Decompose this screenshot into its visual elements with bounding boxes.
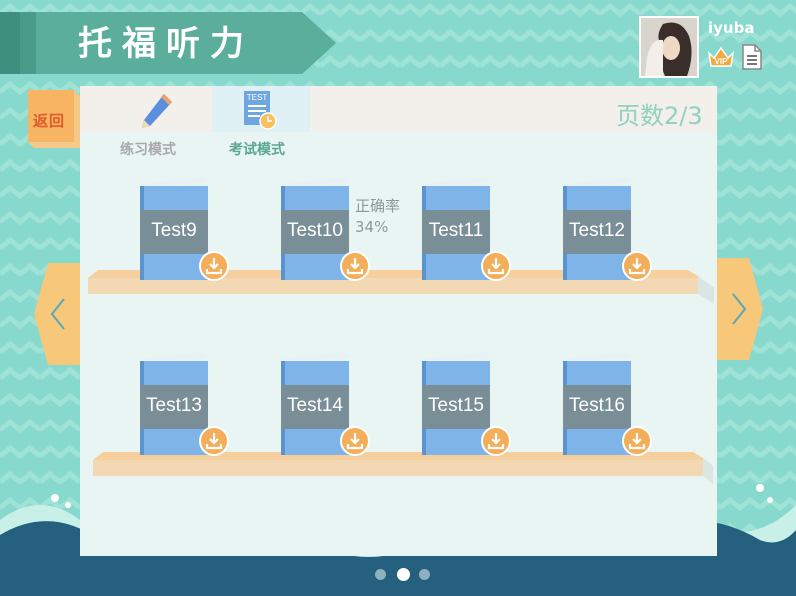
user-avatar[interactable] bbox=[639, 16, 699, 78]
next-page-button[interactable] bbox=[717, 258, 763, 360]
book-title: Test9 bbox=[151, 220, 197, 241]
previous-page-button[interactable] bbox=[34, 263, 80, 365]
download-icon[interactable] bbox=[481, 251, 511, 281]
download-icon[interactable] bbox=[481, 426, 511, 456]
test-paper-icon[interactable]: TEST bbox=[243, 90, 279, 132]
page-indicator: 页数2/3 bbox=[616, 102, 703, 130]
app-title: 托福听力 bbox=[78, 24, 254, 64]
download-icon[interactable] bbox=[340, 426, 370, 456]
book-title: Test12 bbox=[569, 220, 625, 241]
accuracy-value: 34% bbox=[355, 218, 389, 236]
book-title: Test11 bbox=[428, 220, 484, 241]
book-title: Test14 bbox=[287, 395, 343, 416]
download-icon[interactable] bbox=[199, 426, 229, 456]
username: iyuba bbox=[708, 19, 755, 37]
accuracy-label: 正确率 bbox=[355, 197, 401, 215]
vip-crown-icon[interactable]: VIP bbox=[706, 44, 736, 70]
pencil-icon[interactable] bbox=[138, 92, 176, 132]
document-icon[interactable] bbox=[741, 44, 763, 70]
accuracy-info: 正确率 34% bbox=[355, 196, 400, 238]
download-icon[interactable] bbox=[340, 251, 370, 281]
book-title: Test16 bbox=[569, 395, 625, 416]
svg-text:VIP: VIP bbox=[715, 57, 729, 66]
tab-exam-mode[interactable]: 考试模式 bbox=[229, 139, 285, 159]
download-icon[interactable] bbox=[622, 426, 652, 456]
download-icon[interactable] bbox=[622, 251, 652, 281]
pager-dot-active[interactable] bbox=[397, 568, 410, 581]
pager-dot[interactable] bbox=[375, 569, 386, 580]
book-title: Test15 bbox=[428, 395, 484, 416]
tab-practice-mode[interactable]: 练习模式 bbox=[120, 139, 176, 159]
svg-text:TEST: TEST bbox=[247, 93, 268, 102]
book-title: Test13 bbox=[146, 395, 202, 416]
back-button-label[interactable]: 返回 bbox=[33, 110, 65, 131]
download-icon[interactable] bbox=[199, 251, 229, 281]
pager-dot[interactable] bbox=[419, 569, 430, 580]
book-title: Test10 bbox=[287, 220, 343, 241]
